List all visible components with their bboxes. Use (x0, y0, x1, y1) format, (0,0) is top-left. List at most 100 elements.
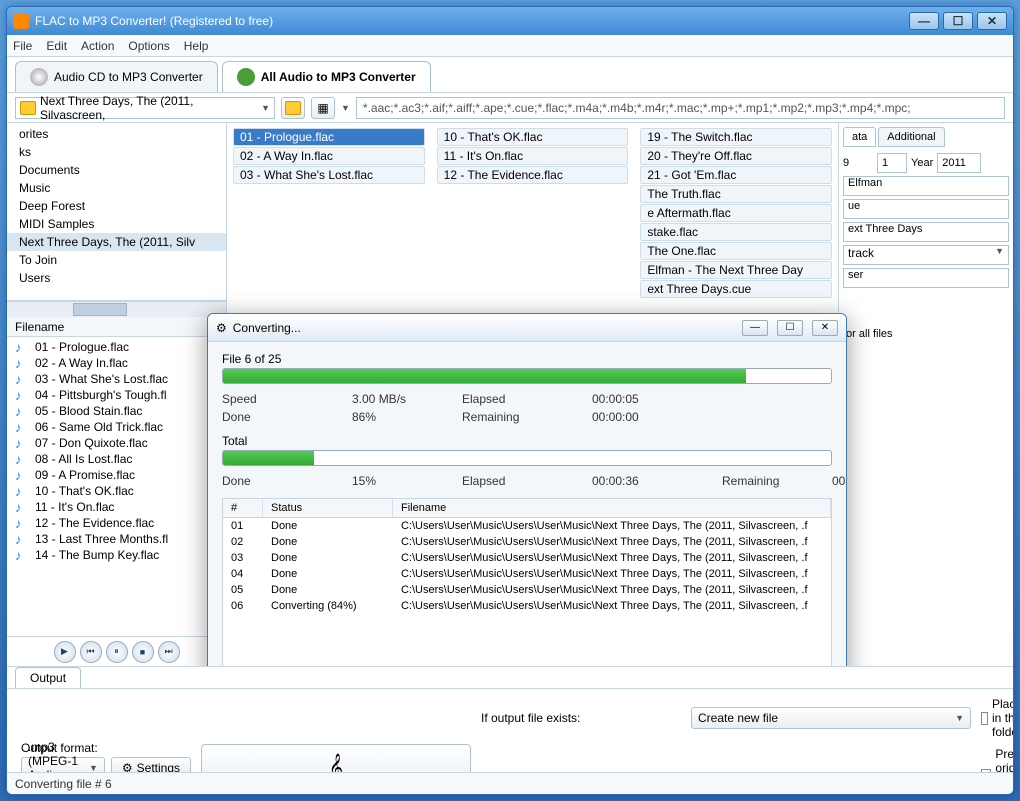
pause-button[interactable]: ⏸ (106, 641, 128, 663)
maximize-button[interactable]: ☐ (943, 12, 973, 30)
done-label: Done (222, 410, 332, 424)
up-folder-button[interactable] (281, 97, 305, 119)
menu-edit[interactable]: Edit (46, 39, 67, 53)
grid-cell[interactable]: 21 - Got 'Em.flac (640, 166, 832, 184)
filter-input[interactable]: *.aac;*.ac3;*.aif;*.aiff;*.ape;*.cue;*.f… (356, 97, 1005, 119)
file-row[interactable]: 08 - All Is Lost.flac (7, 451, 226, 467)
file-row[interactable]: 07 - Don Quixote.flac (7, 435, 226, 451)
menu-file[interactable]: File (13, 39, 32, 53)
grid-cell[interactable]: 01 - Prologue.flac (233, 128, 425, 146)
favorite-item[interactable]: Next Three Days, The (2011, Silv (7, 233, 226, 251)
artist-input[interactable]: Elfman (843, 176, 1009, 196)
title-input[interactable]: ext Three Days (843, 222, 1009, 242)
titlebar[interactable]: FLAC to MP3 Converter! (Registered to fr… (7, 7, 1013, 35)
chevron-down-icon[interactable]: ▼ (341, 103, 350, 113)
exists-combo[interactable]: Create new file▼ (691, 707, 971, 729)
grid-cell[interactable]: Elfman - The Next Three Day (640, 261, 832, 279)
grid-cell[interactable]: e Aftermath.flac (640, 204, 832, 222)
file-row[interactable]: 04 - Pittsburgh's Tough.fl (7, 387, 226, 403)
tab-output[interactable]: Output (15, 667, 81, 688)
dialog-maximize[interactable]: ☐ (777, 320, 803, 336)
grid-cell[interactable]: 11 - It's On.flac (437, 147, 629, 165)
menu-action[interactable]: Action (81, 39, 114, 53)
file-row[interactable]: 14 - The Bump Key.flac (7, 547, 226, 563)
cd-icon (30, 68, 48, 86)
favorites-hscroll[interactable] (7, 301, 226, 317)
file-row[interactable]: 09 - A Promise.flac (7, 467, 226, 483)
file-row[interactable]: 03 - What She's Lost.flac (7, 371, 226, 387)
file-list[interactable]: 01 - Prologue.flac02 - A Way In.flac03 -… (7, 337, 226, 636)
grid-cell[interactable]: 02 - A Way In.flac (233, 147, 425, 165)
grid-cell[interactable]: stake.flac (640, 223, 832, 241)
grid-cell[interactable]: ext Three Days.cue (640, 280, 832, 298)
file-row[interactable]: 11 - It's On.flac (7, 499, 226, 515)
elapsed-label: Elapsed (462, 392, 572, 406)
log-row[interactable]: 02DoneC:\Users\User\Music\Users\User\Mus… (223, 534, 831, 550)
file-row[interactable]: 12 - The Evidence.flac (7, 515, 226, 531)
conversion-log: # Status Filename 01DoneC:\Users\User\Mu… (222, 498, 832, 666)
favorite-item[interactable]: orites (7, 125, 226, 143)
genre-combo[interactable]: track▼ (843, 245, 1009, 265)
grid-cell[interactable]: 12 - The Evidence.flac (437, 166, 629, 184)
grid-cell[interactable]: The Truth.flac (640, 185, 832, 203)
close-button[interactable]: ✕ (977, 12, 1007, 30)
comment-input[interactable]: ser (843, 268, 1009, 288)
dialog-close[interactable]: ✕ (812, 320, 838, 336)
tab-allaudio[interactable]: All Audio to MP3 Converter (222, 61, 431, 92)
file-row[interactable]: 13 - Last Three Months.fl (7, 531, 226, 547)
grid-cell[interactable]: 10 - That's OK.flac (437, 128, 629, 146)
file-row[interactable]: 06 - Same Old Trick.flac (7, 419, 226, 435)
col-num[interactable]: # (223, 499, 263, 517)
elapsed-value: 00:00:05 (592, 392, 702, 406)
file-row[interactable]: 10 - That's OK.flac (7, 483, 226, 499)
menu-options[interactable]: Options (128, 39, 169, 53)
cb-sameplace[interactable] (981, 712, 988, 725)
year-input[interactable] (937, 153, 981, 173)
tab-additional[interactable]: Additional (878, 127, 944, 147)
log-row[interactable]: 04DoneC:\Users\User\Music\Users\User\Mus… (223, 566, 831, 582)
dialog-titlebar[interactable]: ⚙ Converting... — ☐ ✕ (208, 314, 846, 342)
grid-cell[interactable]: 19 - The Switch.flac (640, 128, 832, 146)
minimize-button[interactable]: — (909, 12, 939, 30)
file-header[interactable]: Filename (7, 317, 226, 337)
col-status[interactable]: Status (263, 499, 393, 517)
next-button[interactable]: ⏭ (158, 641, 180, 663)
grid-cell[interactable]: 03 - What She's Lost.flac (233, 166, 425, 184)
log-row[interactable]: 03DoneC:\Users\User\Music\Users\User\Mus… (223, 550, 831, 566)
favorite-item[interactable]: Documents (7, 161, 226, 179)
favorite-item[interactable]: To Join (7, 251, 226, 269)
telapsed-label: Elapsed (462, 474, 572, 488)
favorites-list[interactable]: oritesksDocumentsMusicDeep ForestMIDI Sa… (7, 123, 226, 301)
stop-button[interactable]: ■ (132, 641, 154, 663)
tab-audiocd[interactable]: Audio CD to MP3 Converter (15, 61, 218, 92)
note-icon (15, 420, 29, 434)
prev-button[interactable]: ⏮ (80, 641, 102, 663)
grid-cell[interactable]: 20 - They're Off.flac (640, 147, 832, 165)
grid-cell[interactable]: The One.flac (640, 242, 832, 260)
album-input[interactable]: ue (843, 199, 1009, 219)
play-button[interactable]: ▶ (54, 641, 76, 663)
favorite-item[interactable]: ks (7, 143, 226, 161)
left-column: oritesksDocumentsMusicDeep ForestMIDI Sa… (7, 123, 227, 666)
file-row[interactable]: 05 - Blood Stain.flac (7, 403, 226, 419)
col-filename[interactable]: Filename (393, 499, 831, 517)
file-row[interactable]: 02 - A Way In.flac (7, 355, 226, 371)
menu-help[interactable]: Help (184, 39, 209, 53)
log-row[interactable]: 06Converting (84%)C:\Users\User\Music\Us… (223, 598, 831, 614)
file-row[interactable]: 01 - Prologue.flac (7, 339, 226, 355)
log-row[interactable]: 05DoneC:\Users\User\Music\Users\User\Mus… (223, 582, 831, 598)
filter-text: *.aac;*.ac3;*.aif;*.aiff;*.ape;*.cue;*.f… (363, 101, 911, 115)
path-combo[interactable]: Next Three Days, The (2011, Silvascreen,… (15, 97, 275, 119)
favorite-item[interactable]: Users (7, 269, 226, 287)
note-icon (15, 452, 29, 466)
favorite-item[interactable]: Music (7, 179, 226, 197)
track-label: 9 (843, 157, 873, 169)
track-input[interactable] (877, 153, 907, 173)
log-row[interactable]: 01DoneC:\Users\User\Music\Users\User\Mus… (223, 518, 831, 534)
favorite-item[interactable]: Deep Forest (7, 197, 226, 215)
tremaining-value: 00:03:11 (832, 474, 846, 488)
tab-metadata[interactable]: ata (843, 127, 876, 147)
favorite-item[interactable]: MIDI Samples (7, 215, 226, 233)
view-button[interactable]: ▦ (311, 97, 335, 119)
dialog-minimize[interactable]: — (742, 320, 768, 336)
